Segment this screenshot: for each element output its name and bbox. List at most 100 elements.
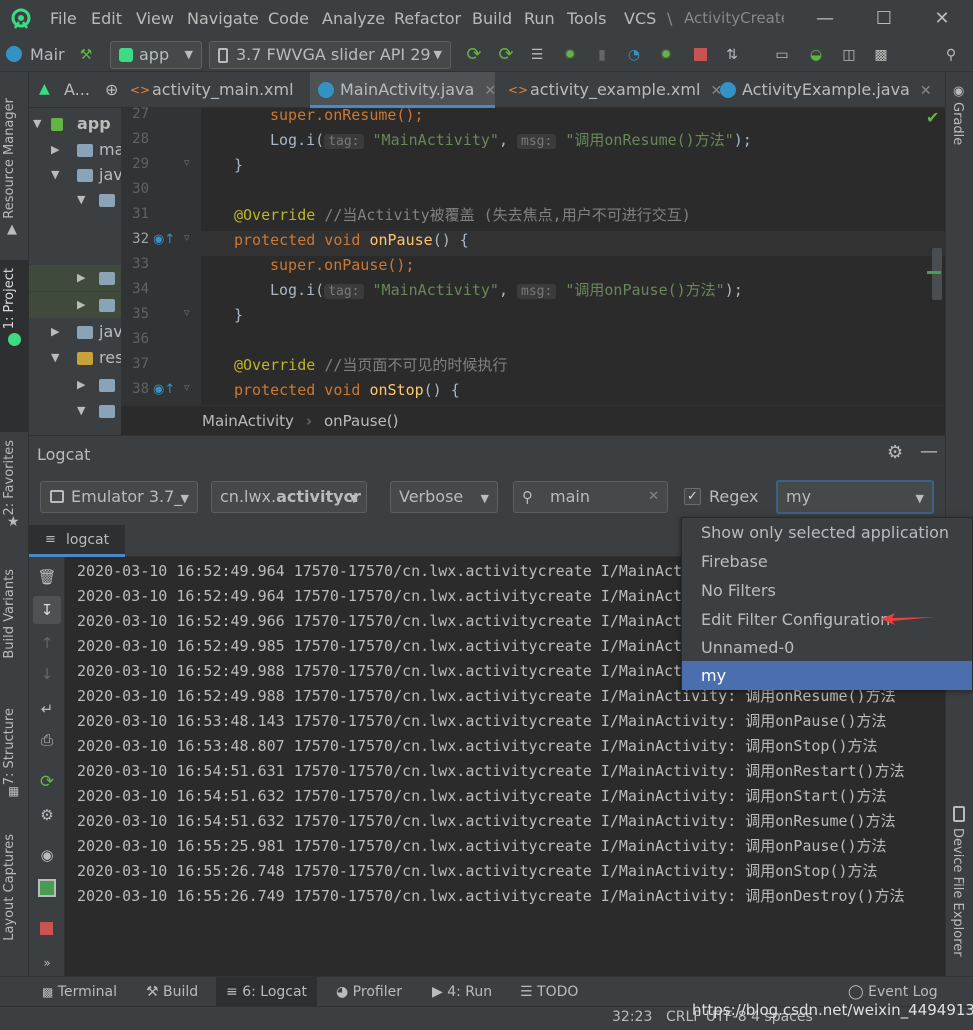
tree-item-app[interactable]: ▼ app [29,111,121,137]
filter-dropdown[interactable]: my ▼ [776,480,934,514]
tab-activity-main-xml[interactable]: <> activity_main.xml [122,72,309,108]
tree-item-java-generated[interactable]: ▶ jav [29,319,121,345]
close-tab-icon[interactable]: ✕ [920,83,932,99]
menu-refactor[interactable]: Refactor [394,9,461,28]
apply-changes-icon[interactable]: ⟳ [462,43,486,67]
structure-view-icon[interactable]: ▭ [770,43,794,67]
stop-logcat-icon[interactable] [40,922,53,935]
attach-process-icon[interactable]: ✹ [654,43,678,67]
logcat-list-icon[interactable]: ☰ [525,43,549,67]
regex-checkbox[interactable]: ✓ [684,488,701,505]
tab-todo[interactable]: ☰ TODO [510,977,588,1007]
breadcrumb-method[interactable]: onPause() [324,412,399,430]
menu-run[interactable]: Run [524,9,555,28]
menu-edit[interactable]: Edit [91,9,122,28]
tab-favorites[interactable]: 2: Favorites [2,440,17,516]
tab-activityexample-java[interactable]: ActivityExample.java ✕ [712,72,945,108]
apply-code-changes-icon[interactable]: ⟳ [494,43,518,67]
close-icon[interactable]: ✕ [929,6,955,32]
camera-icon[interactable]: ◉ [37,845,57,865]
tree-item-res-sub-1[interactable]: ▶ [29,372,121,398]
tab-build-variants[interactable]: Build Variants [2,569,17,659]
tab-resource-manager[interactable]: Resource Manager [2,98,17,219]
profile-icon[interactable]: ◔ [622,43,646,67]
hide-panel-icon[interactable]: — [920,441,938,462]
run-config-select[interactable]: app ▼ [110,41,202,69]
filter-option-no-filters[interactable]: No Filters [682,576,972,605]
close-tab-icon[interactable]: ✕ [484,83,496,99]
print-icon[interactable]: ⎙ [37,730,57,750]
tab-layout-captures[interactable]: Layout Captures [2,834,17,941]
tab-build[interactable]: ⚒ Build [136,977,208,1007]
filter-option-my[interactable]: my [682,661,972,690]
menu-vcs[interactable]: VCS [624,9,656,28]
tab-mainactivity-java[interactable]: MainActivity.java ✕ [310,72,496,108]
tree-item-res[interactable]: ▼ res [29,345,121,371]
gear-icon[interactable]: ⚙ [887,442,903,463]
tab-logcat[interactable]: ≡ 6: Logcat [216,977,318,1007]
menu-view[interactable]: View [136,9,174,28]
target-icon[interactable]: ⊕ [105,80,118,99]
fold-icon[interactable]: ▿ [184,381,190,394]
tab-gradle[interactable]: Gradle [950,102,965,145]
menu-build[interactable]: Build [472,9,512,28]
menu-analyze[interactable]: Analyze [322,9,385,28]
scroll-to-end-icon[interactable]: ↧ [37,600,57,620]
device-dropdown[interactable]: Emulator 3.7_ ▼ [40,481,198,513]
menu-file[interactable]: File [50,9,77,28]
attach-debugger-icon[interactable]: ▮ [590,43,614,67]
up-arrow-icon[interactable]: ↑ [37,633,57,653]
more-icon[interactable]: » [37,953,57,973]
soft-wrap-icon[interactable]: ↵ [37,699,57,719]
record-icon[interactable] [38,879,56,897]
make-project-icon[interactable]: ⚒ [74,43,98,67]
tab-logcat-sub[interactable]: ≡ logcat [29,525,125,557]
device-select[interactable]: 3.7 FWVGA slider API 29 ▼ [209,41,451,69]
tab-device-file-explorer[interactable]: Device File Explorer [950,828,965,957]
maximize-icon[interactable]: ☐ [871,6,897,32]
project-structure-icon[interactable]: ▩ [869,43,893,67]
fold-icon[interactable]: ▿ [184,306,190,319]
tab-profiler[interactable]: ◕ Profiler [326,977,412,1007]
settings-icon[interactable]: ⚙ [37,805,57,825]
caret-position[interactable]: 32:23 [612,1009,652,1025]
tab-project[interactable]: 1: Project [2,268,17,329]
fold-icon[interactable]: ▿ [184,231,190,244]
filter-option-firebase[interactable]: Firebase [682,547,972,576]
tab-activity-example-xml[interactable]: <> activity_example.xml ✕ [500,72,722,108]
inspection-ok-icon[interactable]: ✔ [926,108,939,127]
minimize-icon[interactable]: — [812,6,838,32]
avd-manager-icon[interactable]: ◒ [804,43,828,67]
breadcrumb-class[interactable]: MainActivity [202,412,294,430]
tab-terminal[interactable]: ▩ Terminal [30,977,127,1007]
fold-icon[interactable]: ▿ [184,156,190,169]
down-arrow-icon[interactable]: ↓ [37,664,57,684]
menu-overflow[interactable]: \ [667,9,672,28]
clear-search-icon[interactable]: ✕ [648,482,659,512]
project-panel-title[interactable]: A... [64,80,90,99]
menu-navigate[interactable]: Navigate [187,9,259,28]
tree-item-res-sub-2[interactable]: ▼ [29,398,121,424]
process-dropdown[interactable]: cn.lwx.activitycr ▼ [211,481,367,513]
tree-item-package[interactable]: ▼ [29,187,121,213]
tab-run[interactable]: ▶ 4: Run [422,977,502,1007]
debug-icon[interactable]: ✹ [558,43,582,67]
tree-item-manifests[interactable]: ▶ ma [29,137,121,163]
search-everywhere-icon[interactable]: ⚲ [939,43,963,67]
tab-structure[interactable]: 7: Structure [2,708,17,785]
menu-code[interactable]: Code [268,9,309,28]
trash-icon[interactable]: 🗑 [37,567,57,587]
sync-gradle-icon[interactable]: ⇅ [720,43,744,67]
menu-tools[interactable]: Tools [567,9,606,28]
override-marker-icon[interactable]: ◉↑ [153,232,175,247]
sdk-manager-icon[interactable]: ◫ [837,43,861,67]
tree-item-package-2[interactable]: ▶ [29,265,121,291]
filter-option-unnamed-0[interactable]: Unnamed-0 [682,633,972,662]
log-level-dropdown[interactable]: Verbose ▼ [390,481,498,513]
tree-item-java[interactable]: ▼ jav [29,162,121,188]
tree-item-package-3[interactable]: ▶ [29,292,121,318]
editor-scrollbar[interactable] [932,248,942,300]
stop-icon[interactable] [688,43,712,67]
restart-icon[interactable]: ⟳ [37,772,57,792]
project-crumb[interactable]: Mair [30,45,65,64]
